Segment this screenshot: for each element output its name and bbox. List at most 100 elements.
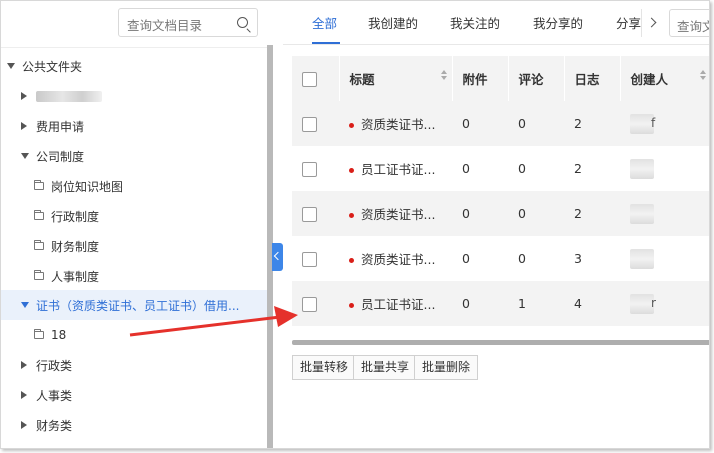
log-count: 4 <box>564 281 620 326</box>
filter-tabs: 全部 我创建的 我关注的 我分享的 分享 查询文 <box>283 1 709 45</box>
tree-item-finance-policy[interactable]: 财务制度 <box>1 231 267 261</box>
attachment-count: 0 <box>462 161 470 176</box>
tree-item-label: 人事类 <box>36 388 73 403</box>
row-checkbox[interactable] <box>302 251 317 267</box>
tree-item-certificates[interactable]: 证书（资质类证书、员工证书）借用... <box>1 290 267 320</box>
batch-transfer-button[interactable]: 批量转移 <box>292 355 357 380</box>
creator-name: f <box>651 116 656 130</box>
folder-icon <box>34 180 44 190</box>
document-title[interactable]: 员工证书证... <box>361 297 435 312</box>
tree-item-redacted[interactable] <box>1 81 267 111</box>
column-header-label: 标题 <box>349 72 375 87</box>
tab-followed[interactable]: 我关注的 <box>450 13 500 32</box>
tree-item-admin[interactable]: 行政类 <box>1 350 267 380</box>
log-count: 2 <box>564 101 620 146</box>
document-title[interactable]: 资质类证书... <box>361 117 435 132</box>
column-header-label: 日志 <box>574 72 600 87</box>
table-row[interactable]: 资质类证书... 0 0 2 <box>292 191 709 236</box>
status-dot <box>349 123 354 128</box>
caret-down-icon[interactable] <box>21 153 29 159</box>
attachment-count: 0 <box>452 281 508 326</box>
row-checkbox[interactable] <box>302 296 317 312</box>
tree-item-hr[interactable]: 人事类 <box>1 380 267 410</box>
tree-item-label: 费用申请 <box>36 119 85 134</box>
tree-item-hr-policy[interactable]: 人事制度 <box>1 261 267 291</box>
batch-delete-button[interactable]: 批量删除 <box>414 355 479 380</box>
document-list-panel: 全部 我创建的 我关注的 我分享的 分享 查询文 标题 附件 评论 日志 <box>283 1 709 448</box>
column-header-label: 评论 <box>518 72 544 87</box>
document-title[interactable]: 资质类证书... <box>361 207 435 222</box>
tree-item-18[interactable]: 18 <box>1 320 267 350</box>
tree-item-label: 18 <box>51 328 67 342</box>
caret-down-icon[interactable] <box>21 302 29 308</box>
row-checkbox[interactable] <box>302 206 317 222</box>
creator-name: r <box>651 296 656 310</box>
app-window: 查询文档目录 公共文件夹 费用申请 公司制度 岗位知识地图 行政制度 财务制度 … <box>0 0 710 449</box>
tab-created-by-me[interactable]: 我创建的 <box>368 13 418 32</box>
folder-icon <box>34 270 44 280</box>
avatar <box>630 248 654 269</box>
attachment-count: 0 <box>462 251 470 266</box>
column-header-comments[interactable]: 评论 <box>508 56 565 101</box>
log-count: 2 <box>564 191 620 236</box>
row-checkbox[interactable] <box>302 116 317 132</box>
caret-right-icon[interactable] <box>21 391 27 399</box>
log-count: 2 <box>574 161 582 176</box>
status-dot <box>349 258 354 263</box>
tree-item-label: 行政制度 <box>51 209 100 224</box>
folder-icon <box>34 329 44 339</box>
tab-shared[interactable]: 分享 <box>616 13 641 32</box>
table-header-row: 标题 附件 评论 日志 创建人 <box>292 56 709 101</box>
tree-item-label: 人事制度 <box>51 269 100 284</box>
document-table: 标题 附件 评论 日志 创建人 资质类证书... 0 0 2 f 员工证书证..… <box>292 56 709 326</box>
attachment-count: 0 <box>452 101 508 146</box>
caret-right-icon[interactable] <box>21 122 27 130</box>
collapse-panel-button[interactable] <box>272 243 283 271</box>
column-header-label: 创建人 <box>630 72 669 87</box>
table-horizontal-scrollbar[interactable] <box>292 340 709 345</box>
avatar <box>630 158 654 179</box>
document-title[interactable]: 员工证书证... <box>361 162 435 177</box>
column-header-creator[interactable]: 创建人 <box>620 56 709 101</box>
table-row[interactable]: 资质类证书... 0 0 2 f <box>292 101 709 146</box>
tab-shared-by-me[interactable]: 我分享的 <box>533 13 583 32</box>
column-header-attachments[interactable]: 附件 <box>452 56 509 101</box>
document-title[interactable]: 资质类证书... <box>361 252 435 267</box>
status-dot <box>349 213 354 218</box>
document-search-input[interactable]: 查询文 <box>669 9 709 37</box>
directory-panel: 查询文档目录 公共文件夹 费用申请 公司制度 岗位知识地图 行政制度 财务制度 … <box>1 1 269 448</box>
comment-count: 1 <box>508 281 564 326</box>
caret-down-icon[interactable] <box>7 63 15 69</box>
tree-item-admin-policy[interactable]: 行政制度 <box>1 201 267 231</box>
tree-item-label: 财务类 <box>36 418 73 433</box>
avatar <box>630 203 654 224</box>
row-checkbox[interactable] <box>302 161 317 177</box>
caret-right-icon[interactable] <box>21 361 27 369</box>
caret-right-icon[interactable] <box>21 421 27 429</box>
batch-share-button[interactable]: 批量共享 <box>353 355 418 380</box>
tree-item-label: 行政类 <box>36 358 73 373</box>
table-row[interactable]: 员工证书证... 0 0 2 <box>292 146 709 191</box>
tree-item-expense[interactable]: 费用申请 <box>1 111 267 141</box>
column-header-title[interactable]: 标题 <box>339 56 453 101</box>
document-search-placeholder: 查询文 <box>677 19 709 34</box>
tab-all[interactable]: 全部 <box>312 13 337 32</box>
search-icon[interactable] <box>237 17 248 28</box>
column-header-label: 附件 <box>462 72 488 87</box>
tree-item-finance[interactable]: 财务类 <box>1 410 267 440</box>
table-row[interactable]: 员工证书证... 0 1 4 r <box>292 281 709 326</box>
tree-item-label: 岗位知识地图 <box>51 179 124 194</box>
caret-right-icon[interactable] <box>21 92 27 100</box>
tree-item-company-policy[interactable]: 公司制度 <box>1 141 267 171</box>
chevron-right-icon[interactable] <box>641 9 663 37</box>
select-all-checkbox[interactable] <box>302 71 317 87</box>
column-header-logs[interactable]: 日志 <box>564 56 621 101</box>
tree-item-job-knowledge-map[interactable]: 岗位知识地图 <box>1 171 267 201</box>
directory-search-placeholder: 查询文档目录 <box>127 18 203 33</box>
directory-search-input[interactable]: 查询文档目录 <box>118 8 258 37</box>
tree-item-public-folder[interactable]: 公共文件夹 <box>1 51 267 81</box>
table-row[interactable]: 资质类证书... 0 0 3 <box>292 236 709 281</box>
divider <box>1 47 269 48</box>
tree-item-label: 证书（资质类证书、员工证书）借用... <box>36 298 240 313</box>
comment-count: 0 <box>518 161 526 176</box>
